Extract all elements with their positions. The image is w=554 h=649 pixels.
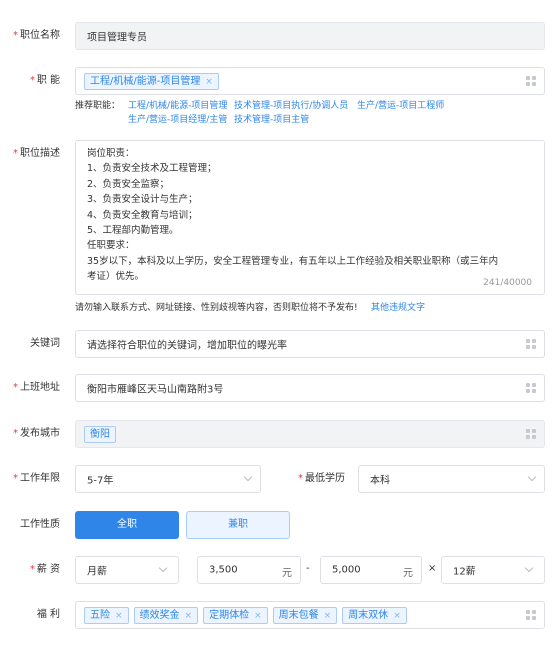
rec-function-link[interactable]: 生产/营运-项目工程师	[357, 99, 444, 113]
benefit-tag: 绩效奖金 ×	[133, 607, 199, 624]
education-label: * 最低学历	[298, 473, 345, 484]
description-note: 请勿输入联系方式、网址链接、性别歧视等内容，否则职位将不予发布! 其他违规文字	[0, 301, 554, 315]
recommend-label: 推荐职能：	[75, 101, 121, 111]
city-label: * 发布城市	[13, 428, 60, 439]
education-select[interactable]: 本科	[358, 465, 545, 493]
grid-icon[interactable]	[526, 339, 536, 349]
benefit-tag: 定期体检 ×	[203, 607, 268, 624]
close-icon[interactable]: ×	[205, 77, 213, 87]
parttime-button[interactable]: 兼职	[186, 511, 290, 539]
function-label: * 职 能	[29, 75, 60, 86]
nature-row: 工作性质 全职 兼职	[0, 511, 554, 539]
salary-max-value: 5,000	[332, 564, 361, 576]
salary-months-select[interactable]: 12薪	[441, 556, 545, 584]
keywords-select[interactable]: 请选择符合职位的关键词，增加职位的曝光率	[75, 330, 545, 358]
salary-min-value: 3,500	[209, 564, 238, 576]
experience-select[interactable]: 5-7年	[75, 465, 261, 493]
chevron-down-icon	[158, 563, 168, 573]
address-value: 衡阳市雁峰区天马山南路附3号	[87, 384, 224, 396]
description-textarea[interactable]: 岗位职责： 1、负责安全技术及工程管理； 2、负责安全监察； 3、负责安全设计与…	[75, 140, 545, 295]
salary-months-value: 12薪	[453, 566, 476, 578]
salary-label: * 薪 资	[29, 564, 60, 575]
salary-min-input[interactable]: 3,500 元	[197, 556, 301, 584]
keywords-placeholder: 请选择符合职位的关键词，增加职位的曝光率	[87, 340, 287, 352]
rec-function-link[interactable]: 工程/机械/能源-项目管理	[128, 99, 227, 113]
city-select[interactable]: 衡阳	[75, 420, 545, 448]
rec-function-link[interactable]: 技术管理-项目执行/协调人员	[234, 99, 348, 113]
title-label: * 职位名称	[13, 30, 60, 41]
experience-row: * 工作年限 5-7年 * 最低学历 本科	[0, 465, 554, 493]
unit-label: 元	[403, 568, 413, 579]
benefit-tag: 五险 ×	[84, 607, 129, 624]
salary-max-input[interactable]: 5,000 元	[320, 556, 422, 584]
rec-function-link[interactable]: 技术管理-项目主管	[234, 113, 309, 127]
address-label: * 上班地址	[13, 382, 60, 393]
city-tag: 衡阳	[84, 426, 116, 443]
rec-function-link[interactable]: 生产/营运-项目经理/主管	[128, 113, 227, 127]
unit-label: 元	[282, 568, 292, 579]
chevron-down-icon	[243, 472, 253, 482]
benefit-tag: 周末双休 ×	[342, 607, 407, 624]
grid-icon[interactable]	[526, 76, 536, 86]
salary-type-value: 月薪	[87, 566, 107, 578]
grid-icon[interactable]	[526, 429, 536, 439]
experience-value: 5-7年	[87, 475, 114, 487]
range-dash: -	[306, 563, 310, 574]
benefit-tag: 周末包餐 ×	[272, 607, 338, 624]
nature-label: 工作性质	[20, 519, 60, 530]
fulltime-button[interactable]: 全职	[75, 511, 179, 539]
char-counter: 241/40000	[483, 278, 532, 288]
grid-icon[interactable]	[526, 610, 536, 620]
benefits-label: 福 利	[36, 609, 60, 620]
benefits-select[interactable]: 五险 × 绩效奖金 × 定期体检 × 周末包餐 × 周末双休 ×	[75, 601, 545, 629]
close-icon[interactable]: ×	[185, 611, 193, 621]
close-icon[interactable]: ×	[393, 611, 401, 621]
address-row: * 上班地址 衡阳市雁峰区天马山南路附3号	[0, 374, 554, 402]
function-select[interactable]: 工程/机械/能源-项目管理 ×	[75, 67, 545, 95]
function-tag: 工程/机械/能源-项目管理 ×	[84, 73, 219, 90]
chevron-down-icon	[524, 563, 534, 573]
times-sign: ×	[428, 563, 437, 574]
salary-type-select[interactable]: 月薪	[75, 556, 179, 584]
description-warning: 请勿输入联系方式、网址链接、性别歧视等内容，否则职位将不予发布!	[75, 303, 358, 313]
description-row: * 职位描述 岗位职责： 1、负责安全技术及工程管理； 2、负责安全监察； 3、负…	[0, 140, 554, 295]
violation-words-link[interactable]: 其他违规文字	[371, 301, 425, 315]
title-row: * 职位名称 项目管理专员	[0, 22, 554, 50]
close-icon[interactable]: ×	[254, 611, 262, 621]
description-text: 岗位职责： 1、负责安全技术及工程管理； 2、负责安全监察； 3、负责安全设计与…	[87, 148, 499, 283]
experience-label: * 工作年限	[13, 473, 60, 484]
address-select[interactable]: 衡阳市雁峰区天马山南路附3号	[75, 374, 545, 402]
description-label: * 职位描述	[13, 148, 60, 159]
function-row: * 职 能 工程/机械/能源-项目管理 ×	[0, 67, 554, 95]
job-title-placeholder: 项目管理专员	[87, 32, 147, 44]
grid-icon[interactable]	[526, 383, 536, 393]
close-icon[interactable]: ×	[324, 611, 332, 621]
salary-row: * 薪 资 月薪 3,500 元 - 5,000 元 × 12薪	[0, 556, 554, 584]
job-title-input[interactable]: 项目管理专员	[75, 22, 545, 50]
education-value: 本科	[370, 475, 390, 487]
recommended-functions: 推荐职能： 工程/机械/能源-项目管理 技术管理-项目执行/协调人员 生产/营运…	[0, 99, 554, 127]
keywords-row: 关键词 请选择符合职位的关键词，增加职位的曝光率	[0, 330, 554, 358]
keywords-label: 关键词	[30, 338, 60, 349]
chevron-down-icon	[527, 472, 537, 482]
close-icon[interactable]: ×	[115, 611, 123, 621]
benefits-row: 福 利 五险 × 绩效奖金 × 定期体检 × 周末包餐 × 周末双休 ×	[0, 601, 554, 629]
city-row: * 发布城市 衡阳	[0, 420, 554, 448]
